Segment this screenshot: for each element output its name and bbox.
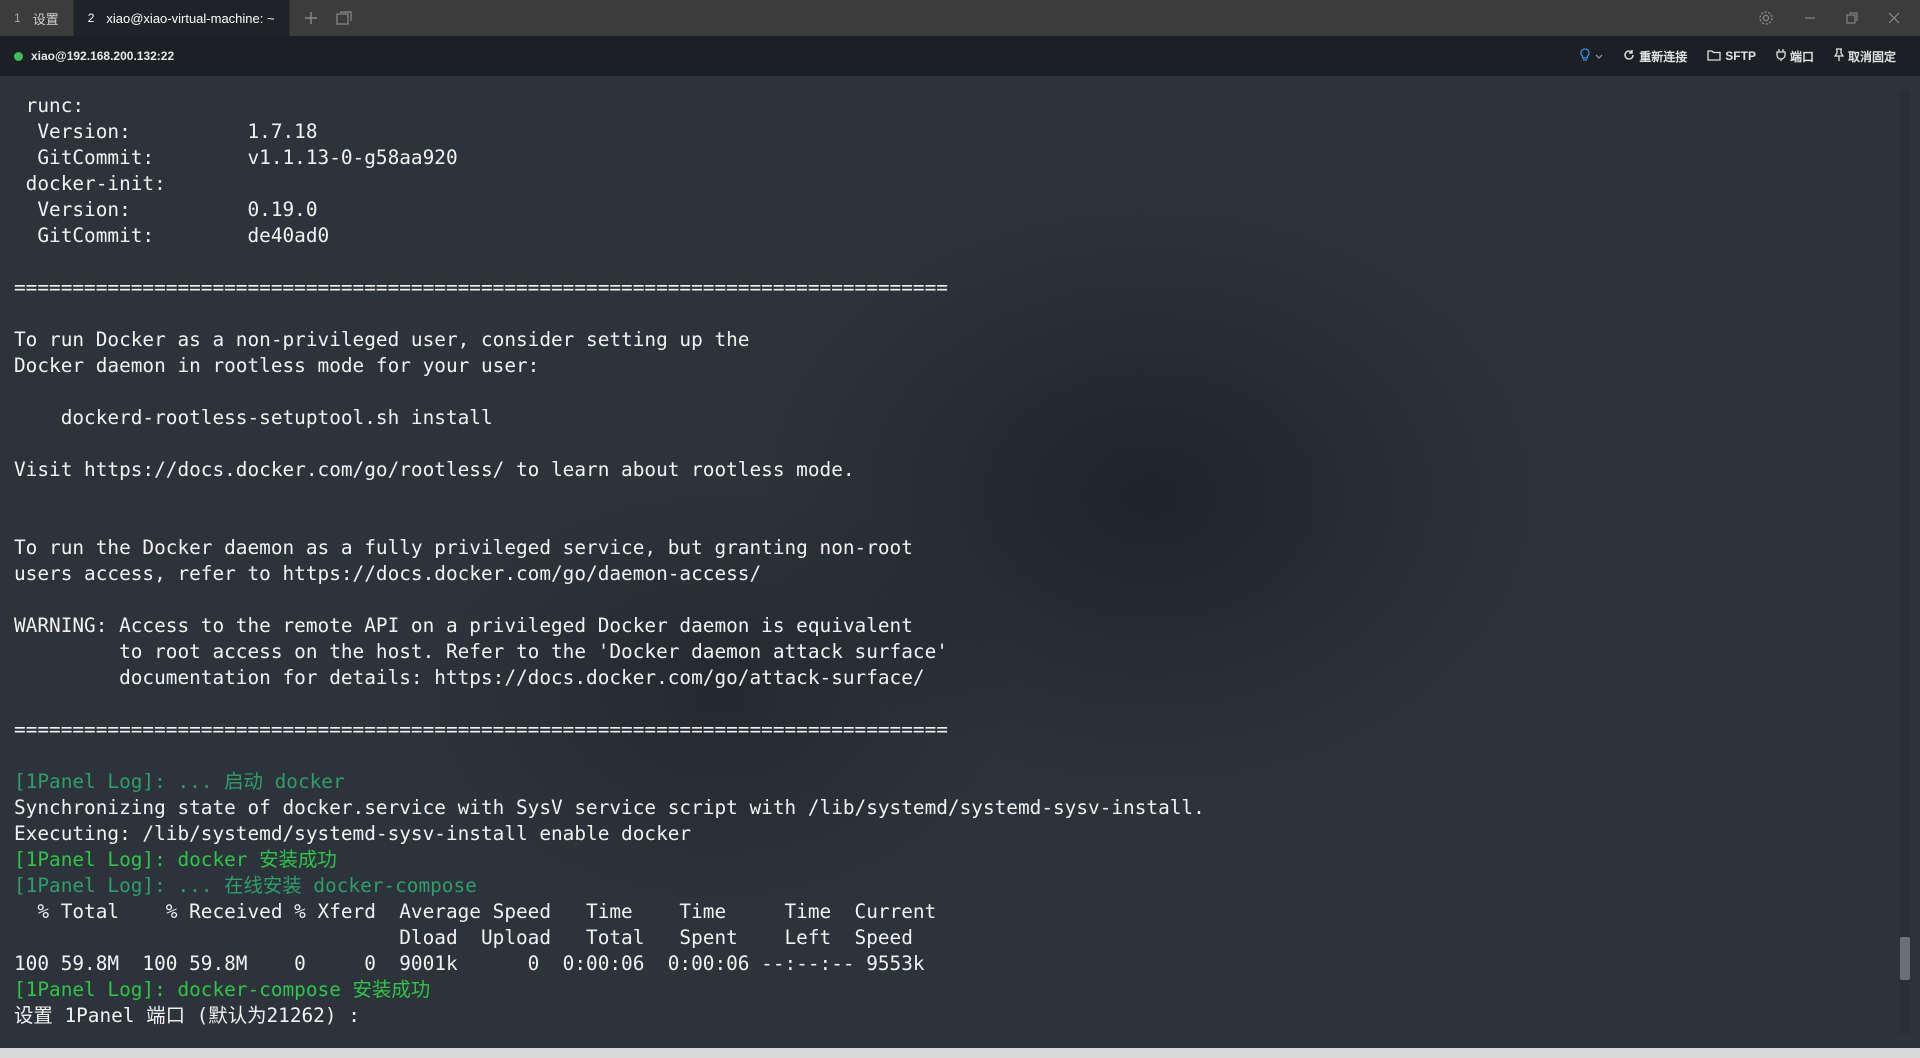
tab-number: 1: [14, 11, 21, 25]
terminal-line: ========================================…: [14, 718, 948, 741]
terminal-line: runc:: [14, 94, 85, 117]
terminal-line: dockerd-rootless-setuptool.sh install: [14, 406, 493, 429]
restore-icon[interactable]: [1846, 12, 1858, 24]
tab-actions: [290, 0, 352, 36]
theme-dropdown[interactable]: [1579, 47, 1603, 65]
bottom-strip: [0, 1048, 1920, 1058]
tab-label: xiao@xiao-virtual-machine: ~: [106, 10, 275, 26]
sftp-button[interactable]: SFTP: [1707, 49, 1756, 64]
reconnect-icon: [1623, 49, 1635, 64]
session-bar: xiao@192.168.200.132:22 重新连接 SFTP 端口 取消固…: [0, 36, 1920, 76]
tab-number: 2: [87, 11, 95, 25]
tab-label: 设置: [32, 11, 59, 27]
tab-settings[interactable]: 1 设置: [0, 0, 74, 36]
terminal-app-window: 1 设置 2 xiao@xiao-virtual-machine: ~ xiao…: [0, 0, 1920, 1058]
terminal-line: Docker daemon in rootless mode for your …: [14, 354, 540, 377]
chevron-down-icon: [1595, 49, 1603, 63]
terminal-line: GitCommit: v1.1.13-0-g58aa920: [14, 146, 458, 169]
scrollbar[interactable]: [1900, 90, 1910, 1034]
plug-icon: [1776, 48, 1786, 64]
settings-icon[interactable]: [1758, 10, 1774, 26]
session-actions: 重新连接 SFTP 端口 取消固定: [1579, 47, 1920, 65]
unpin-button[interactable]: 取消固定: [1833, 48, 1896, 65]
tab-ssh-session[interactable]: 2 xiao@xiao-virtual-machine: ~: [73, 0, 290, 36]
connection-status-icon: [14, 51, 23, 61]
terminal-line: ========================================…: [14, 276, 948, 299]
terminal-line: 设置 1Panel 端口 (默认为21262) :: [14, 1004, 360, 1027]
terminal-line: WARNING: Access to the remote API on a p…: [14, 614, 913, 637]
terminal-text: runc: Version: 1.7.18 GitCommit: v1.1.13…: [14, 93, 1205, 1029]
terminal-line: [1Panel Log]: ... 在线安装 docker-compose: [14, 874, 477, 897]
session-host-label: xiao@192.168.200.132:22: [31, 49, 175, 63]
terminal-line: [1Panel Log]: docker-compose 安装成功: [14, 978, 431, 1001]
pin-icon: [1833, 48, 1845, 64]
terminal-line: To run the Docker daemon as a fully priv…: [14, 536, 913, 559]
lightbulb-icon: [1579, 47, 1591, 65]
terminal-line: % Total % Received % Xferd Average Speed…: [14, 900, 937, 923]
terminal-line: users access, refer to https://docs.dock…: [14, 562, 762, 585]
terminal-line: Executing: /lib/systemd/systemd-sysv-ins…: [14, 822, 692, 845]
sftp-label: SFTP: [1725, 49, 1756, 63]
terminal-line: [1Panel Log]: ... 启动 docker: [14, 770, 345, 793]
scrollbar-thumb[interactable]: [1900, 937, 1910, 980]
session-host: xiao@192.168.200.132:22: [0, 49, 174, 63]
terminal-line: Synchronizing state of docker.service wi…: [14, 796, 1205, 819]
terminal-line: GitCommit: de40ad0: [14, 224, 330, 247]
terminal-line: Version: 0.19.0: [14, 198, 318, 221]
port-button[interactable]: 端口: [1776, 48, 1814, 65]
terminal-line: [1Panel Log]: docker 安装成功: [14, 848, 337, 871]
port-label: 端口: [1789, 49, 1814, 64]
unpin-label: 取消固定: [1847, 49, 1896, 64]
close-icon[interactable]: [1888, 12, 1900, 24]
terminal-output[interactable]: runc: Version: 1.7.18 GitCommit: v1.1.13…: [0, 76, 1920, 1048]
terminal-line: Dload Upload Total Spent Left Speed: [14, 926, 913, 949]
terminal-line: docker-init:: [14, 172, 166, 195]
terminal-line: Visit https://docs.docker.com/go/rootles…: [14, 458, 855, 481]
plus-icon[interactable]: [304, 11, 318, 25]
reconnect-button[interactable]: 重新连接: [1623, 48, 1687, 65]
terminal-line: to root access on the host. Refer to the…: [14, 640, 948, 663]
tab-bar: 1 设置 2 xiao@xiao-virtual-machine: ~: [0, 0, 1920, 36]
folder-icon: [1707, 49, 1721, 64]
window-controls: [1758, 0, 1920, 36]
terminal-line: To run Docker as a non-privileged user, …: [14, 328, 750, 351]
terminal-line: documentation for details: https://docs.…: [14, 666, 925, 689]
terminal-line: Version: 1.7.18: [14, 120, 318, 143]
minimize-icon[interactable]: [1804, 12, 1816, 24]
terminal-line: 100 59.8M 100 59.8M 0 0 9001k 0 0:00:06 …: [14, 952, 925, 975]
reconnect-label: 重新连接: [1639, 49, 1688, 64]
windows-icon[interactable]: [335, 11, 352, 25]
